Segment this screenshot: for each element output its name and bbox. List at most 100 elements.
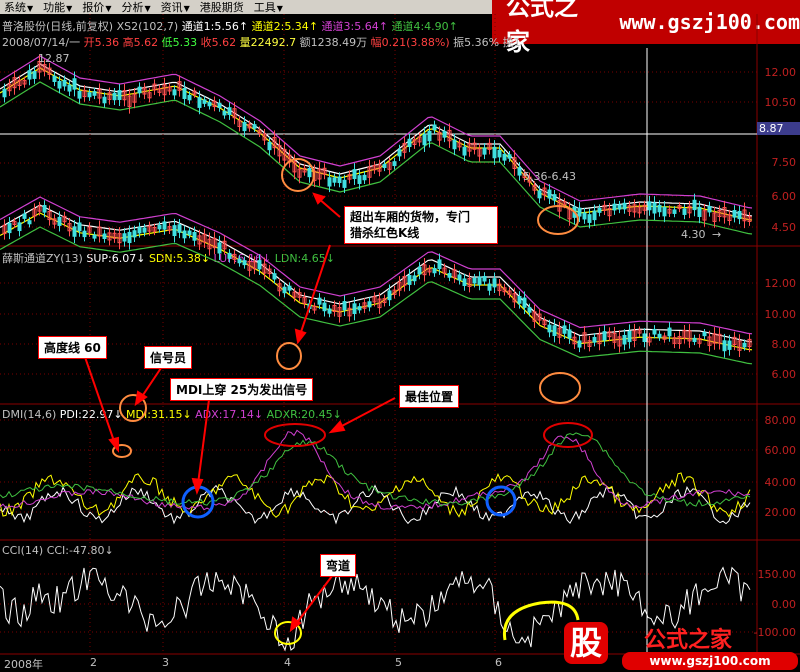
- ch-candle: [327, 308, 332, 314]
- circle-channel-left: [276, 342, 302, 370]
- ch-candle: [92, 234, 97, 239]
- tick-dmi-3: 20.00: [764, 506, 797, 519]
- tick-main-5: 4.50: [771, 221, 797, 234]
- main-candle: [427, 130, 432, 142]
- main-candle: [597, 207, 602, 213]
- annotation-range: 5.36-6.43: [523, 170, 576, 183]
- main-candle: [362, 174, 367, 181]
- main-candle: [452, 139, 457, 150]
- bottom-brand-name: 公式之家: [644, 628, 733, 653]
- ch-candle: [342, 301, 347, 311]
- main-candle: [332, 177, 337, 183]
- main-candle: [202, 99, 207, 104]
- main-candle: [432, 124, 437, 131]
- ch-candle: [742, 342, 747, 348]
- callout-bend: 弯道: [320, 554, 357, 577]
- main-candle: [112, 92, 117, 101]
- ch-candle: [137, 226, 142, 234]
- main-candle: [172, 89, 177, 96]
- ch-candle: [667, 327, 672, 337]
- ch-candle: [482, 275, 487, 282]
- ch-candle: [492, 278, 497, 288]
- ch-candle: [82, 230, 87, 238]
- tick-cci-0: 150.00: [757, 568, 797, 581]
- ch-candle: [602, 331, 607, 341]
- ch-candle: [282, 286, 287, 294]
- ch-candle: [142, 227, 147, 233]
- main-candle: [612, 203, 617, 211]
- main-candle: [622, 202, 627, 210]
- tick-dmi-2: 40.00: [764, 476, 797, 489]
- x-label-4: 5: [395, 656, 402, 669]
- main-candle: [197, 97, 202, 108]
- main-candle: [517, 167, 522, 176]
- ch-candle: [127, 231, 132, 244]
- main-candle: [697, 206, 702, 218]
- main-candle: [342, 179, 347, 188]
- tick-ch-2: 8.00: [771, 338, 797, 351]
- main-channel1-line: [0, 63, 753, 217]
- tick-dmi-1: 60.00: [764, 444, 797, 457]
- main-candle: [252, 124, 257, 129]
- ch-candle: [192, 231, 197, 241]
- ch-candle: [132, 230, 137, 238]
- main-candle: [222, 110, 227, 116]
- main-candle: [672, 209, 677, 214]
- bottom-brand: 股 公式之家 www.gszj100.com: [560, 618, 800, 672]
- tick-cci-1: 0.00: [771, 598, 797, 611]
- tick-main-1: 10.50: [764, 96, 797, 109]
- circle-channel-right: [539, 372, 581, 404]
- main-candle: [62, 79, 67, 87]
- ch-candle: [522, 297, 527, 308]
- annotation-high: 12.87: [38, 52, 70, 65]
- main-candle: [77, 90, 82, 99]
- ch-candle: [367, 301, 372, 308]
- ch-candle: [357, 306, 362, 311]
- main-candle: [357, 175, 362, 184]
- ch-candle: [122, 233, 127, 242]
- ch-candle: [177, 224, 182, 233]
- main-candle: [217, 102, 222, 109]
- main-candle: [307, 167, 312, 178]
- ch-candle: [412, 275, 417, 282]
- main-candle: [327, 177, 332, 187]
- callout-height-line: 高度线 60: [38, 336, 107, 359]
- ch-candle: [22, 213, 27, 219]
- main-candle: [87, 92, 92, 98]
- ch-candle: [7, 223, 12, 234]
- ch-candle: [527, 307, 532, 313]
- current-price-tag: 8.87: [757, 122, 800, 135]
- ch-candle: [472, 277, 477, 284]
- ch-candle: [162, 221, 167, 230]
- ch-candle: [577, 340, 582, 348]
- main-candle: [337, 176, 342, 184]
- callout-best: 最佳位置: [399, 385, 460, 408]
- ch-candle: [567, 329, 572, 339]
- main-candle: [117, 90, 122, 101]
- main-candle: [552, 194, 557, 201]
- main-candle: [382, 163, 387, 169]
- ch-candle: [317, 297, 322, 305]
- x-label-5: 6: [495, 656, 502, 669]
- ch-candle: [407, 275, 412, 285]
- ch-candle: [657, 333, 662, 338]
- brand-logo-char: 股: [564, 622, 608, 664]
- x-label-0: 2008年: [4, 658, 43, 671]
- ch-candle: [322, 302, 327, 312]
- circle-best-left: [264, 423, 326, 447]
- right-axis: 12.00 10.50 8.87 7.50 6.00 4.50 12.00 10…: [754, 0, 800, 672]
- main-candle: [617, 204, 622, 210]
- ch-candle: [42, 205, 47, 213]
- main-candle: [502, 153, 507, 161]
- main-candle: [137, 86, 142, 94]
- main-candle: [647, 201, 652, 211]
- main-candle: [392, 161, 397, 167]
- main-candle: [547, 189, 552, 199]
- main-candle: [507, 154, 512, 159]
- ch-candle: [287, 285, 292, 291]
- ch-candle: [272, 273, 277, 280]
- ch-candle: [157, 224, 162, 230]
- ch-candle: [552, 325, 557, 337]
- ch-candle: [182, 230, 187, 239]
- main-candle: [422, 133, 427, 146]
